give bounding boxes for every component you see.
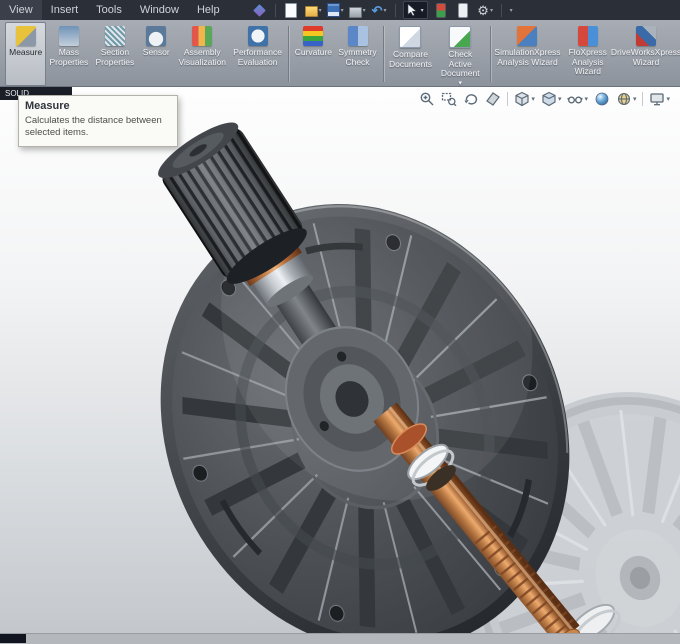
- hide-show-items-icon[interactable]: ▾: [567, 91, 588, 107]
- undo-dropdown-arrow-icon[interactable]: ▾: [384, 7, 387, 14]
- driveworksxpress-label: DriveWorksXpress Wizard: [610, 47, 680, 67]
- measure-label: Measure: [9, 47, 43, 57]
- apply-scene-dropdown-icon[interactable]: ▾: [633, 95, 637, 103]
- display-style-icon[interactable]: ▾: [541, 91, 562, 107]
- symmetry-check-button[interactable]: Symmetry Check: [335, 22, 380, 86]
- shortcut-icon[interactable]: [251, 2, 268, 18]
- compare-documents-label: Compare Documents: [389, 49, 432, 69]
- zoom-fit-icon[interactable]: [419, 91, 435, 107]
- menu-window[interactable]: Window: [131, 0, 188, 20]
- check-active-dropdown-arrow-icon[interactable]: ▾: [459, 80, 463, 87]
- menu-tools[interactable]: Tools: [87, 0, 131, 20]
- undo-icon[interactable]: ↶ ▾: [371, 2, 388, 18]
- mass-properties-icon: [58, 26, 79, 46]
- view-orientation-icon[interactable]: ▾: [514, 91, 535, 107]
- tooltip-title: Measure: [25, 100, 70, 112]
- check-active-document-label: Check Active Document: [440, 49, 480, 79]
- compare-documents-icon: [399, 26, 422, 48]
- check-active-document-icon: [449, 26, 472, 48]
- save-dropdown-arrow-icon[interactable]: ▾: [341, 7, 344, 14]
- floxpress-button[interactable]: FloXpress Analysis Wizard: [561, 22, 614, 86]
- compare-documents-button[interactable]: Compare Documents: [387, 22, 434, 86]
- curvature-icon: [303, 26, 324, 46]
- sensor-label: Sensor: [142, 47, 170, 57]
- options-gear-icon[interactable]: ⚙ ▾: [477, 2, 494, 18]
- display-style-dropdown-icon[interactable]: ▾: [558, 95, 562, 103]
- ribbon-separator: [383, 26, 384, 82]
- floxpress-icon: [577, 26, 598, 46]
- toolbar-divider: [274, 3, 276, 17]
- graphics-viewport[interactable]: SOLID Measure Calculates the distance be…: [0, 87, 680, 633]
- headsup-separator: [642, 92, 644, 106]
- mass-properties-label: Mass Properties: [49, 47, 89, 67]
- touch-mode-icon[interactable]: [455, 2, 472, 18]
- apply-scene-icon[interactable]: ▾: [616, 91, 637, 107]
- driveworksxpress-button[interactable]: DriveWorksXpress Wizard: [610, 22, 680, 86]
- tooltip-body: Calculates the distance between selected…: [25, 115, 162, 139]
- rebuild-icon[interactable]: [433, 2, 450, 18]
- bottom-strip: [0, 633, 680, 644]
- mass-properties-button[interactable]: Mass Properties: [46, 22, 91, 86]
- assembly-visualization-button[interactable]: Assembly Visualization: [174, 22, 230, 86]
- edit-appearance-icon[interactable]: [594, 91, 610, 107]
- symmetry-check-icon: [347, 26, 368, 46]
- curvature-label: Curvature: [294, 47, 333, 57]
- assembly-visualization-icon: [192, 26, 213, 46]
- ribbon-separator: [489, 26, 491, 82]
- solidworks-window: View Insert Tools Window Help ▾ ▾ ▾ ↶ ▾ ▾…: [0, 0, 680, 644]
- assembly-visualization-label: Assembly Visualization: [178, 47, 227, 67]
- options-dropdown-arrow-icon[interactable]: ▾: [490, 7, 493, 14]
- open-document-icon[interactable]: ▾: [304, 2, 322, 18]
- simulationxpress-button[interactable]: SimulationXpress Analysis Wizard: [493, 22, 561, 86]
- section-view-icon[interactable]: [485, 91, 501, 107]
- ribbon-separator: [287, 26, 289, 82]
- zoom-area-icon[interactable]: [441, 91, 457, 107]
- select-dropdown-arrow-icon[interactable]: ▾: [421, 7, 424, 14]
- print-dropdown-arrow-icon[interactable]: ▾: [363, 7, 366, 14]
- save-icon[interactable]: ▾: [326, 2, 344, 18]
- measure-button[interactable]: Measure: [5, 22, 47, 86]
- menu-insert[interactable]: Insert: [42, 0, 88, 20]
- measure-icon: [15, 26, 36, 46]
- evaluate-ribbon: Measure Mass Properties Section Properti…: [0, 20, 680, 87]
- section-properties-icon: [104, 26, 125, 46]
- sensor-button[interactable]: Sensor: [138, 22, 174, 86]
- taskbar-corner: [0, 634, 26, 643]
- menu-view[interactable]: View: [0, 0, 42, 20]
- view-settings-icon[interactable]: ▾: [649, 91, 670, 107]
- quick-access-toolbar: ▾ ▾ ▾ ↶ ▾ ▾ ⚙ ▾ ▾: [251, 1, 513, 19]
- floxpress-label: FloXpress Analysis Wizard: [568, 47, 607, 77]
- sensor-icon: [146, 26, 167, 46]
- view-orientation-dropdown-icon[interactable]: ▾: [531, 95, 535, 103]
- select-tool-button[interactable]: ▾: [402, 1, 428, 19]
- measure-tooltip: Measure Calculates the distance between …: [18, 95, 178, 147]
- view-settings-dropdown-icon[interactable]: ▾: [666, 95, 670, 103]
- new-document-icon[interactable]: [283, 2, 300, 18]
- toolbar-overflow-icon[interactable]: ▾: [510, 7, 513, 14]
- curvature-button[interactable]: Curvature: [292, 22, 335, 86]
- driveworksxpress-icon: [636, 26, 657, 46]
- section-properties-label: Section Properties: [95, 47, 135, 67]
- headsup-view-toolbar: ▾ ▾ ▾ ▾ ▾: [419, 91, 670, 107]
- toolbar-divider: [500, 3, 502, 17]
- cursor-arrow-icon: [407, 4, 417, 16]
- menu-bar: View Insert Tools Window Help ▾ ▾ ▾ ↶ ▾ ▾…: [0, 0, 680, 20]
- simulationxpress-icon: [517, 26, 538, 46]
- open-dropdown-arrow-icon[interactable]: ▾: [319, 7, 322, 14]
- headsup-separator: [507, 92, 509, 106]
- print-icon[interactable]: ▾: [348, 2, 366, 18]
- performance-evaluation-button[interactable]: Performance Evaluation: [230, 22, 284, 86]
- previous-view-icon[interactable]: [463, 91, 479, 107]
- check-active-document-button[interactable]: Check Active Document ▾: [434, 22, 487, 87]
- menu-help[interactable]: Help: [188, 0, 229, 20]
- performance-evaluation-label: Performance Evaluation: [233, 47, 282, 67]
- section-properties-button[interactable]: Section Properties: [91, 22, 138, 86]
- simulationxpress-label: SimulationXpress Analysis Wizard: [494, 47, 561, 67]
- model-canvas: [158, 122, 680, 633]
- hide-show-dropdown-icon[interactable]: ▾: [584, 95, 588, 103]
- performance-evaluation-icon: [247, 26, 268, 46]
- symmetry-check-label: Symmetry Check: [338, 47, 377, 67]
- toolbar-divider: [394, 3, 396, 17]
